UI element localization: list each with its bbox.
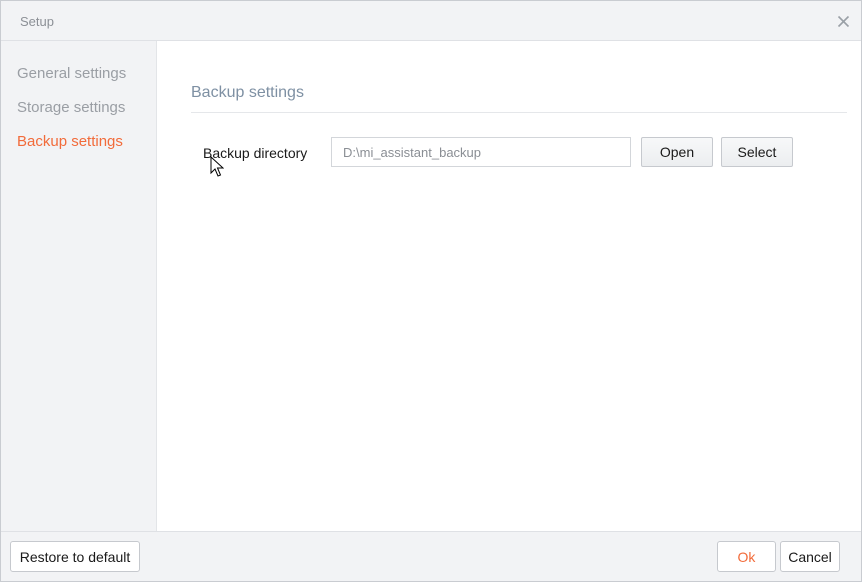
close-icon bbox=[837, 15, 849, 27]
sidebar-item-general-settings[interactable]: General settings bbox=[17, 65, 126, 82]
mouse-cursor-icon bbox=[210, 156, 224, 177]
title-bar: Setup bbox=[1, 1, 861, 41]
settings-content: Backup settings Backup directory Open Se… bbox=[157, 41, 861, 531]
dialog-title: Setup bbox=[20, 14, 54, 29]
select-button[interactable]: Select bbox=[721, 137, 793, 167]
dialog-footer: Restore to default Ok Cancel bbox=[1, 531, 861, 581]
restore-default-button[interactable]: Restore to default bbox=[10, 541, 140, 572]
section-title: Backup settings bbox=[191, 84, 304, 101]
ok-button[interactable]: Ok bbox=[717, 541, 776, 572]
setup-dialog: Setup General settings Storage settings … bbox=[0, 0, 862, 582]
cancel-button[interactable]: Cancel bbox=[780, 541, 840, 572]
close-button[interactable] bbox=[833, 11, 853, 31]
sidebar-item-backup-settings[interactable]: Backup settings bbox=[17, 133, 123, 150]
section-divider bbox=[191, 112, 847, 113]
backup-directory-input[interactable] bbox=[331, 137, 631, 167]
settings-sidebar: General settings Storage settings Backup… bbox=[1, 41, 157, 531]
sidebar-item-storage-settings[interactable]: Storage settings bbox=[17, 99, 125, 116]
open-button[interactable]: Open bbox=[641, 137, 713, 167]
